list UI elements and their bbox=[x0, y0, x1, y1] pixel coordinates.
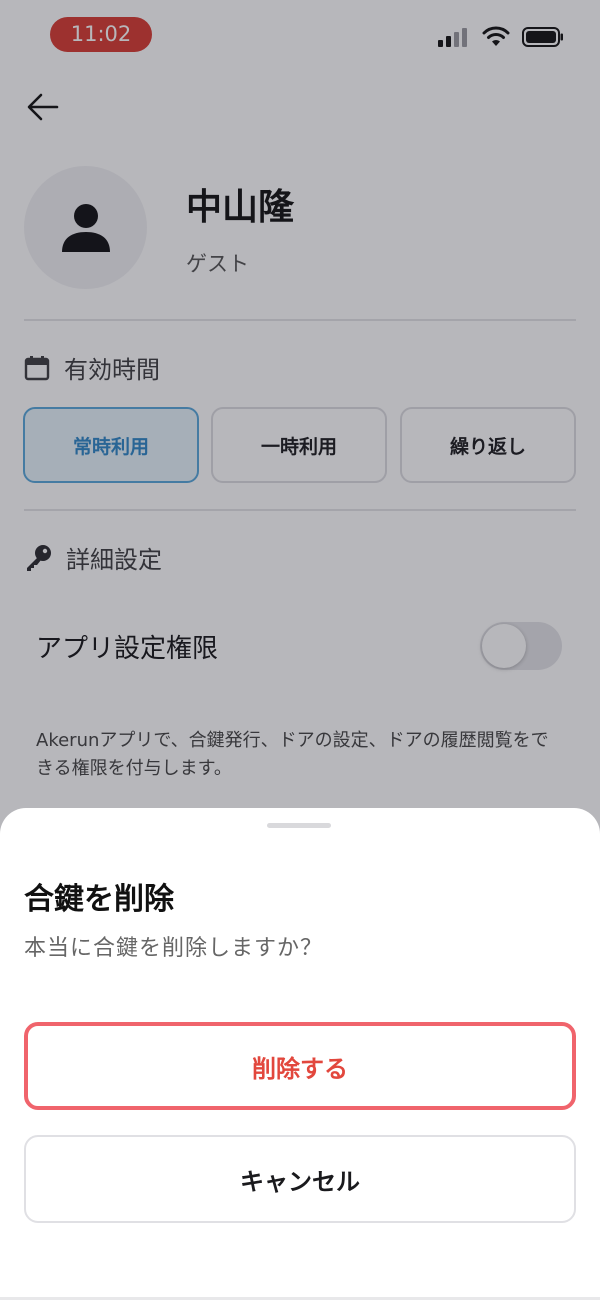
sheet-handle[interactable] bbox=[267, 823, 331, 828]
sheet-message: 本当に合鍵を削除しますか？ bbox=[24, 936, 324, 961]
delete-button[interactable]: 削除する bbox=[24, 1022, 576, 1110]
sheet-title: 合鍵を削除 bbox=[24, 882, 174, 917]
screen: 11:02 中山隆 ゲスト 有効時間 常時利用 一時利用 繰り返し 詳細設定 ア… bbox=[0, 0, 600, 1307]
home-indicator bbox=[0, 1297, 600, 1300]
delete-key-sheet: 合鍵を削除 本当に合鍵を削除しますか？ 削除する キャンセル bbox=[0, 808, 600, 1307]
cancel-button[interactable]: キャンセル bbox=[24, 1135, 576, 1223]
